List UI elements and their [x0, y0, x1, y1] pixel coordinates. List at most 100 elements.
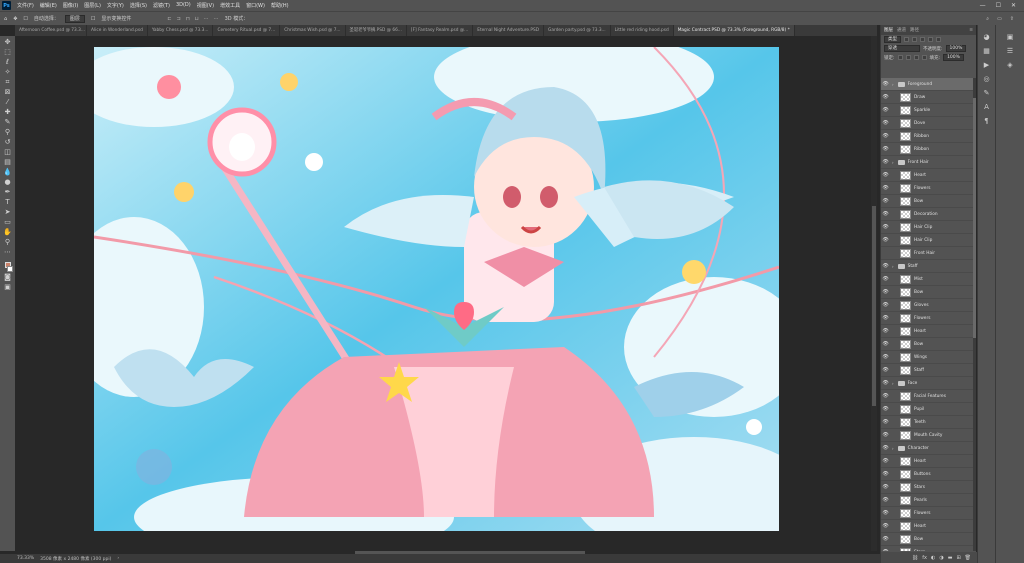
document-tab[interactable]: Yabby Chess.psd @ 73.3...	[148, 25, 214, 36]
visibility-eye-icon[interactable]: 👁	[881, 484, 890, 490]
share-icon[interactable]: ⇪	[1010, 16, 1014, 22]
photoshop-logo-icon[interactable]: Ps	[2, 1, 11, 10]
layer-row[interactable]: 👁 Flowers	[881, 182, 973, 195]
layer-row[interactable]: 👁 Teeth	[881, 416, 973, 429]
layer-group-row[interactable]: 👁 › Front Hair	[881, 156, 973, 169]
history-brush-icon[interactable]: ↺	[3, 138, 12, 147]
visibility-eye-icon[interactable]: 👁	[881, 263, 890, 269]
layer-thumbnail[interactable]	[900, 391, 911, 401]
align-middle-icon[interactable]: ⊔	[195, 16, 199, 22]
layer-row[interactable]: 👁 Draw	[881, 91, 973, 104]
layer-thumbnail[interactable]	[900, 105, 911, 115]
tab-paths[interactable]: 路径	[910, 27, 919, 33]
filter-shape-icon[interactable]	[928, 37, 933, 42]
layer-thumbnail[interactable]	[900, 183, 911, 193]
zoom-tool-icon[interactable]: ⚲	[3, 238, 12, 247]
layer-group-row[interactable]: 👁 › Foreground	[881, 78, 973, 91]
layer-thumbnail[interactable]	[900, 170, 911, 180]
link-layers-icon[interactable]: ⛓	[912, 555, 918, 561]
clone-stamp-icon[interactable]: ⚲	[3, 128, 12, 137]
layer-thumbnail[interactable]	[900, 209, 911, 219]
layer-row[interactable]: 👁 Heart	[881, 169, 973, 182]
layer-thumbnail[interactable]	[900, 482, 911, 492]
layer-row[interactable]: 👁 Ribbon	[881, 143, 973, 156]
visibility-eye-icon[interactable]: 👁	[881, 432, 890, 438]
crop-tool-icon[interactable]: ⌗	[3, 78, 12, 87]
layer-row[interactable]: 👁 Bow	[881, 533, 973, 546]
layer-row[interactable]: 👁 Pearls	[881, 494, 973, 507]
actions-panel-icon[interactable]: ▶	[984, 61, 989, 69]
background-color-swatch[interactable]	[6, 266, 13, 272]
visibility-eye-icon[interactable]: 👁	[881, 523, 890, 529]
layer-thumbnail[interactable]	[900, 352, 911, 362]
dodge-tool-icon[interactable]: ●	[3, 178, 12, 187]
visibility-eye-icon[interactable]: 👁	[881, 276, 890, 282]
auto-select-checkbox[interactable]: ☐	[23, 16, 27, 22]
layer-thumbnail[interactable]	[900, 235, 911, 245]
visibility-eye-icon[interactable]: 👁	[881, 237, 890, 243]
auto-select-dropdown[interactable]: 图层	[64, 14, 85, 23]
menu-item[interactable]: 视图(V)	[194, 2, 217, 9]
layer-thumbnail[interactable]	[900, 534, 911, 544]
opacity-input[interactable]: 100%	[945, 45, 967, 52]
group-expand-icon[interactable]: ›	[892, 446, 894, 451]
menu-item[interactable]: 文件(F)	[14, 2, 37, 9]
visibility-eye-icon[interactable]: 👁	[881, 419, 890, 425]
tab-channels[interactable]: 通道	[897, 27, 906, 33]
canvas-vertical-scrollbar[interactable]	[871, 36, 877, 551]
hand-tool-icon[interactable]: ✋	[3, 228, 12, 237]
layer-row[interactable]: 👁 Ribbon	[881, 130, 973, 143]
layer-group-row[interactable]: 👁 › Face	[881, 377, 973, 390]
visibility-eye-icon[interactable]: 👁	[881, 81, 890, 87]
layer-row[interactable]: 👁 Decoration	[881, 208, 973, 221]
layer-thumbnail[interactable]	[900, 313, 911, 323]
visibility-eye-icon[interactable]: 👁	[881, 367, 890, 373]
more-tools-icon[interactable]: ⋯	[3, 248, 12, 257]
visibility-eye-icon[interactable]: 👁	[881, 289, 890, 295]
visibility-eye-icon[interactable]: 👁	[881, 406, 890, 412]
artwork-canvas[interactable]	[94, 47, 779, 531]
layer-thumbnail[interactable]	[900, 456, 911, 466]
document-tab[interactable]: Little red riding hood.psd	[611, 25, 674, 36]
visibility-eye-icon[interactable]: 👁	[881, 393, 890, 399]
layer-row[interactable]: Front Hair	[881, 247, 973, 260]
layer-row[interactable]: 👁 Mist	[881, 273, 973, 286]
visibility-eye-icon[interactable]: 👁	[881, 315, 890, 321]
home-icon[interactable]: ⌂	[4, 16, 7, 22]
workspace-icon[interactable]: ▭	[997, 16, 1002, 22]
layer-thumbnail[interactable]	[900, 196, 911, 206]
marquee-tool-icon[interactable]: ⬚	[3, 48, 12, 57]
layer-thumbnail[interactable]	[900, 365, 911, 375]
document-tab[interactable]: Afternoon Coffee.psd @ 73.3...	[15, 25, 87, 36]
menu-item[interactable]: 帮助(H)	[268, 2, 292, 9]
adjustment-layer-icon[interactable]: ◑	[939, 555, 943, 561]
menu-item[interactable]: 图像(I)	[60, 2, 81, 9]
layer-thumbnail[interactable]	[900, 92, 911, 102]
layer-row[interactable]: 👁 Facial Features	[881, 390, 973, 403]
visibility-eye-icon[interactable]: 👁	[881, 133, 890, 139]
frame-tool-icon[interactable]: ⊠	[3, 88, 12, 97]
more-options-icon[interactable]: ⋯	[214, 16, 219, 22]
paragraph-panel-icon[interactable]: ¶	[984, 117, 988, 125]
visibility-eye-icon[interactable]: 👁	[881, 510, 890, 516]
search-icon[interactable]: ⌕	[986, 16, 989, 22]
visibility-eye-icon[interactable]: 👁	[881, 341, 890, 347]
lock-position-icon[interactable]	[913, 55, 919, 60]
group-expand-icon[interactable]: ›	[892, 381, 894, 386]
layer-thumbnail[interactable]	[900, 248, 911, 258]
layer-row[interactable]: 👁 Bow	[881, 338, 973, 351]
layer-thumbnail[interactable]	[900, 547, 911, 551]
visibility-eye-icon[interactable]: 👁	[881, 549, 890, 551]
layer-row[interactable]: 👁 Bow	[881, 286, 973, 299]
brush-tool-icon[interactable]: ✎	[3, 118, 12, 127]
visibility-eye-icon[interactable]: 👁	[881, 94, 890, 100]
layer-row[interactable]: 👁 Buttons	[881, 468, 973, 481]
layer-thumbnail[interactable]	[900, 144, 911, 154]
document-tab[interactable]: Cemetery Ritual.psd @ 7...	[213, 25, 281, 36]
visibility-eye-icon[interactable]: 👁	[881, 497, 890, 503]
menu-item[interactable]: 窗口(W)	[243, 2, 268, 9]
visibility-eye-icon[interactable]: 👁	[881, 458, 890, 464]
gradient-tool-icon[interactable]: ▤	[3, 158, 12, 167]
document-tab[interactable]: 圣诞老爷爷摘.PSD @ 66...	[346, 25, 407, 36]
menu-item[interactable]: 图层(L)	[81, 2, 104, 9]
